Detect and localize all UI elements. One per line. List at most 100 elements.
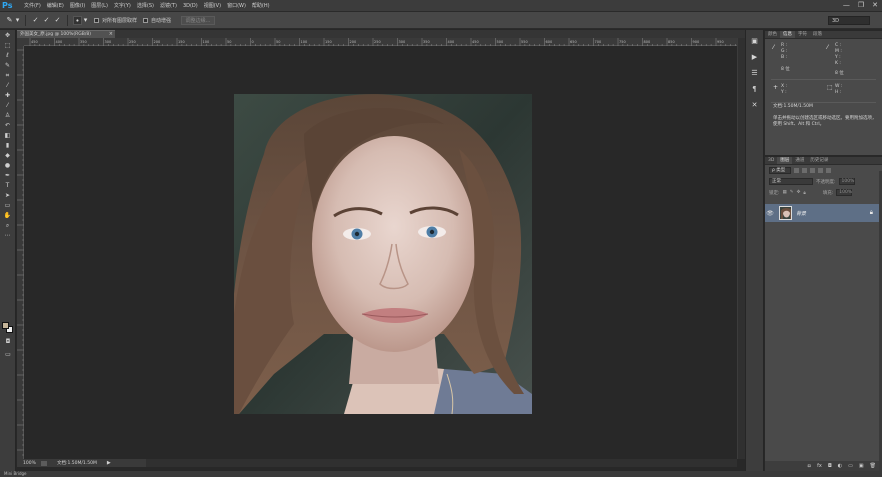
menu-view[interactable]: 视图(V) — [204, 2, 221, 9]
hand-tool-icon[interactable]: ✋ — [3, 212, 13, 220]
chevron-down-icon[interactable]: ▾ — [15, 16, 20, 25]
lock-position-icon[interactable]: ✥ — [797, 190, 801, 195]
path-selection-tool-icon[interactable]: ➤ — [3, 192, 13, 200]
horizontal-ruler[interactable]: 450 400 350 300 250 200 150 100 50 0 50 100 150 200 25… — [24, 38, 761, 46]
opacity-input[interactable]: 100% — [838, 178, 855, 185]
tab-character[interactable]: 字符 — [795, 31, 810, 38]
workspace-select[interactable]: 3D — [828, 16, 870, 25]
restore-icon[interactable]: ❐ — [858, 1, 864, 10]
foreground-color-swatch[interactable] — [2, 322, 9, 329]
document-tab[interactable]: 外国美女_原.jpg @ 100%(RGB/8) × — [17, 30, 115, 38]
layer-name[interactable]: 背景 — [796, 210, 806, 217]
link-layers-icon[interactable]: ఐ — [807, 463, 811, 470]
ruler-label: 50 — [227, 40, 231, 44]
menu-help[interactable]: 帮助(H) — [252, 2, 270, 9]
pen-tool-icon[interactable]: ✒ — [3, 172, 13, 180]
zoom-level[interactable]: 100% — [23, 461, 39, 466]
photoshop-logo[interactable]: Ps — [2, 0, 18, 11]
menu-edit[interactable]: 编辑(E) — [47, 2, 64, 9]
zoom-tool-icon[interactable]: ⌕ — [3, 222, 13, 230]
brush-tool-icon[interactable]: ⁄ — [3, 102, 13, 110]
layer-kind-filter[interactable]: ρ 类型 — [769, 167, 791, 174]
tab-3d[interactable]: 3D — [765, 157, 777, 164]
menu-3d[interactable]: 3D(D) — [183, 3, 198, 9]
new-group-icon[interactable]: ▭ — [848, 463, 853, 469]
gradient-tool-icon[interactable]: ▮ — [3, 142, 13, 150]
quick-mask-icon[interactable]: ◘ — [3, 338, 13, 346]
actions-panel-icon[interactable]: ▶ — [749, 52, 760, 62]
tab-history[interactable]: 历史记录 — [807, 157, 831, 164]
eraser-tool-icon[interactable]: ◧ — [3, 132, 13, 140]
brush-size-icon[interactable]: • — [73, 15, 82, 25]
add-mask-icon[interactable]: ◘ — [828, 463, 832, 469]
filter-adjustment-icon[interactable] — [802, 168, 807, 173]
menu-filter[interactable]: 滤镜(T) — [160, 2, 177, 9]
move-tool-icon[interactable]: ✥ — [3, 32, 13, 40]
history-panel-icon[interactable]: ▣ — [749, 36, 760, 46]
tab-info[interactable]: 信息 — [780, 31, 795, 38]
refine-edge-button[interactable]: 调整边缘... — [181, 15, 216, 25]
layer-row-background[interactable]: 👁︎ 背景 🔒︎ — [765, 204, 882, 222]
new-layer-icon[interactable]: ▣ — [859, 463, 864, 469]
filter-smart-object-icon[interactable] — [826, 168, 831, 173]
auto-enhance-checkbox[interactable] — [143, 17, 149, 23]
eye-icon[interactable]: 👁︎ — [765, 210, 775, 217]
lasso-tool-icon[interactable]: ℓ — [3, 52, 13, 60]
subtract-selection-icon[interactable]: ✓ — [53, 16, 62, 25]
more-tools-icon[interactable]: ⋯ — [3, 232, 13, 240]
type-tool-icon[interactable]: T — [3, 182, 13, 190]
healing-brush-tool-icon[interactable]: ✚ — [3, 92, 13, 100]
tab-paragraph[interactable]: 段落 — [810, 31, 825, 38]
selection-size-icon: ⬚ — [827, 84, 833, 91]
marquee-tool-icon[interactable]: ⬚ — [3, 42, 13, 50]
ruler-label: 350 — [80, 40, 87, 44]
menu-window[interactable]: 窗口(W) — [227, 2, 246, 9]
adjustment-layer-icon[interactable]: ◐ — [838, 463, 842, 469]
dodge-tool-icon[interactable]: ● — [3, 162, 13, 170]
menu-layer[interactable]: 图层(L) — [91, 2, 108, 9]
blur-tool-icon[interactable]: ◆ — [3, 152, 13, 160]
lock-transparent-icon[interactable]: ▦ — [783, 190, 787, 195]
clone-stamp-tool-icon[interactable]: ♙ — [3, 112, 13, 120]
screen-mode-icon[interactable]: ▭ — [3, 351, 13, 359]
lock-pixels-icon[interactable]: ✎ — [790, 190, 794, 195]
blend-mode-select[interactable]: 正常 — [769, 178, 813, 185]
status-icon[interactable] — [41, 460, 47, 466]
new-selection-icon[interactable]: ✓ — [31, 16, 40, 25]
shape-tool-icon[interactable]: ▭ — [3, 202, 13, 210]
fill-input[interactable]: 100% — [836, 189, 853, 196]
eyedropper-tool-icon[interactable]: ⁄ — [3, 82, 13, 90]
close-icon[interactable]: ✕ — [872, 1, 878, 10]
menu-file[interactable]: 文件(F) — [24, 2, 41, 9]
menu-select[interactable]: 选择(S) — [137, 2, 154, 9]
history-brush-tool-icon[interactable]: ↶ — [3, 122, 13, 130]
tab-channels[interactable]: 通道 — [792, 157, 807, 164]
status-menu-arrow-icon[interactable]: ▶ — [107, 460, 111, 466]
filter-shape-icon[interactable] — [818, 168, 823, 173]
menu-image[interactable]: 图像(I) — [70, 2, 85, 9]
filter-type-icon[interactable] — [810, 168, 815, 173]
menu-type[interactable]: 文字(Y) — [114, 2, 131, 9]
quick-selection-tool-icon[interactable]: ✎ — [3, 62, 13, 70]
vertical-scrollbar[interactable] — [737, 38, 745, 459]
horizontal-scrollbar[interactable] — [146, 459, 737, 467]
tab-color[interactable]: 颜色 — [765, 31, 780, 38]
properties-panel-icon[interactable]: ☰ — [749, 68, 760, 78]
tab-layers[interactable]: 图层 — [777, 157, 793, 164]
lock-all-icon[interactable]: 🔒︎ — [803, 190, 805, 196]
close-icon[interactable]: × — [109, 31, 113, 38]
divider — [25, 14, 26, 26]
trash-icon[interactable]: 🗑 — [870, 463, 876, 469]
minimize-icon[interactable]: — — [843, 1, 850, 10]
tool-presets-panel-icon[interactable]: ✕ — [749, 100, 760, 110]
sample-all-layers-checkbox[interactable] — [94, 17, 99, 23]
add-to-selection-icon[interactable]: ✓ — [42, 16, 51, 25]
vertical-ruler[interactable] — [17, 46, 24, 459]
chevron-down-icon[interactable]: ▾ — [83, 16, 88, 25]
filter-pixel-icon[interactable] — [794, 168, 799, 173]
mini-bridge-tab[interactable]: Mini Bridge — [4, 471, 27, 476]
adjustments-panel-icon[interactable]: ¶ — [749, 84, 760, 94]
add-layer-style-icon[interactable]: fx — [817, 463, 822, 469]
quick-selection-tool-icon[interactable]: ✎ — [5, 16, 14, 25]
crop-tool-icon[interactable]: ⌗ — [3, 72, 13, 80]
